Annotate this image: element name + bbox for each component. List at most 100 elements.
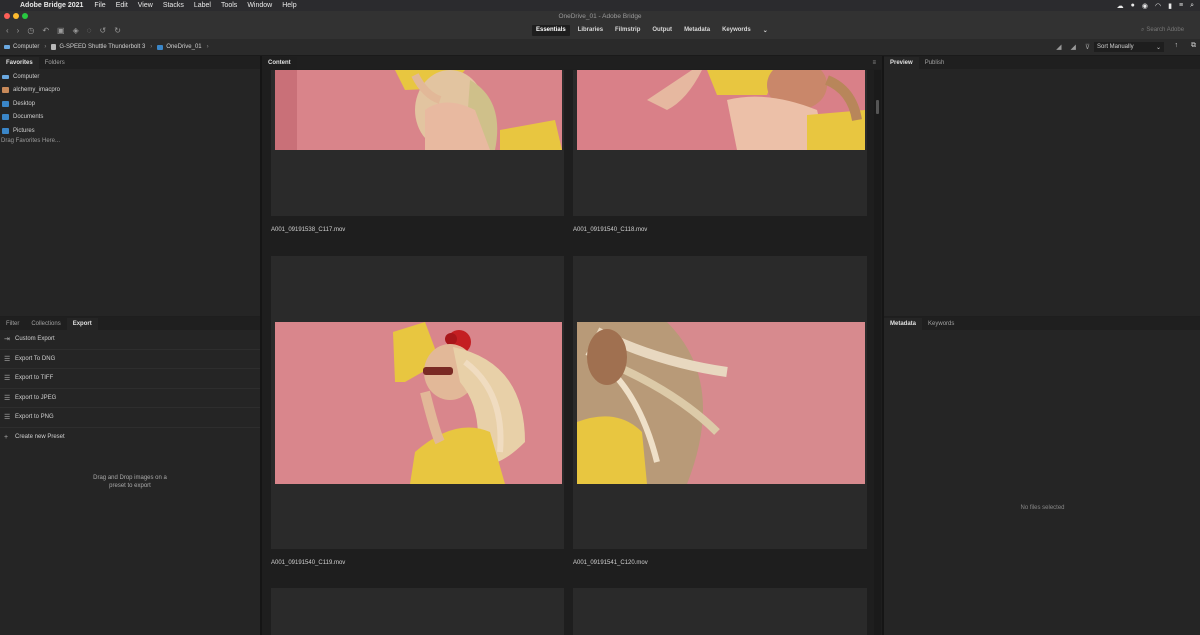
sort-direction-icon[interactable]: ↑ bbox=[1175, 42, 1179, 49]
menu-app-name[interactable]: Adobe Bridge 2021 bbox=[18, 2, 89, 9]
menu-help[interactable]: Help bbox=[277, 2, 301, 9]
breadcrumb: Computer › G-SPEED Shuttle Thunderbolt 3… bbox=[0, 44, 211, 50]
thumbnail-card[interactable] bbox=[573, 588, 867, 635]
refine-icon[interactable]: ◈ bbox=[73, 26, 79, 35]
filter-icon[interactable]: ⊽ bbox=[1085, 43, 1090, 51]
create-preset-label: Create new Preset bbox=[15, 434, 65, 441]
file-name[interactable]: A001_09191540_C119.mov bbox=[271, 560, 345, 566]
workspace-keywords[interactable]: Keywords bbox=[718, 25, 755, 36]
thumbnail-card[interactable] bbox=[271, 588, 564, 635]
sort-dropdown[interactable]: Sort Manually ⌄ bbox=[1094, 42, 1164, 52]
thumbnail-image bbox=[275, 322, 562, 484]
file-name[interactable]: A001_09191538_C117.mov bbox=[271, 227, 345, 233]
battery-icon[interactable]: ▮ bbox=[1168, 2, 1172, 10]
open-in-camera-raw-icon[interactable]: ◌ bbox=[87, 26, 92, 35]
back-icon[interactable]: ‹ bbox=[6, 26, 9, 35]
tab-favorites[interactable]: Favorites bbox=[0, 57, 39, 69]
tab-preview[interactable]: Preview bbox=[884, 57, 919, 69]
computer-icon bbox=[4, 45, 10, 49]
menu-file[interactable]: File bbox=[89, 2, 110, 9]
camera-icon[interactable]: ▣ bbox=[57, 26, 65, 35]
tab-filter[interactable]: Filter bbox=[0, 318, 25, 330]
tab-export[interactable]: Export bbox=[66, 318, 98, 330]
export-tiff[interactable]: ☰ Export to TIFF bbox=[0, 369, 260, 389]
open-recent-icon[interactable]: ⧉ bbox=[1191, 42, 1196, 50]
window-title: OneDrive_01 - Adobe Bridge bbox=[558, 13, 642, 20]
tab-metadata[interactable]: Metadata bbox=[884, 318, 923, 330]
menu-stacks[interactable]: Stacks bbox=[158, 2, 189, 9]
status-icon[interactable]: ● bbox=[1131, 2, 1135, 10]
workspace-essentials[interactable]: Essentials bbox=[532, 25, 570, 36]
menu-tools[interactable]: Tools bbox=[216, 2, 242, 9]
forward-icon[interactable]: › bbox=[17, 26, 20, 35]
preset-list-icon: ☰ bbox=[4, 355, 11, 363]
export-drop-hint-line2: preset to export bbox=[109, 483, 151, 489]
preset-list-icon: ☰ bbox=[4, 375, 11, 383]
panel-menu-icon[interactable]: ≡ bbox=[866, 57, 882, 69]
boomerang-icon[interactable]: ↶ bbox=[42, 26, 49, 35]
spotlight-icon[interactable]: ⌕ bbox=[1190, 2, 1194, 10]
menu-edit[interactable]: Edit bbox=[111, 2, 133, 9]
export-label: Custom Export bbox=[15, 336, 55, 343]
quality-icon[interactable]: ◢ bbox=[1056, 43, 1061, 51]
tab-content[interactable]: Content bbox=[262, 57, 297, 69]
menu-label[interactable]: Label bbox=[189, 2, 216, 9]
rating-filter-icon[interactable]: ◢ bbox=[1070, 43, 1075, 51]
breadcrumb-computer[interactable]: Computer bbox=[13, 44, 39, 50]
thumbnail-card[interactable] bbox=[271, 70, 564, 216]
export-dng[interactable]: ☰ Export To DNG bbox=[0, 350, 260, 369]
breadcrumb-drive[interactable]: G-SPEED Shuttle Thunderbolt 3 bbox=[59, 44, 145, 50]
content-scrollbar[interactable] bbox=[874, 70, 881, 635]
export-jpeg[interactable]: ☰ Export to JPEG bbox=[0, 389, 260, 408]
thumbnail-image bbox=[577, 60, 865, 150]
favorite-computer[interactable]: Computer bbox=[0, 70, 260, 84]
folder-icon bbox=[2, 100, 9, 107]
tab-folders[interactable]: Folders bbox=[39, 57, 71, 69]
create-preset-button[interactable]: + Create new Preset bbox=[0, 428, 260, 448]
tab-publish[interactable]: Publish bbox=[919, 57, 951, 69]
workspace-more-chevron-icon[interactable]: ⌄ bbox=[759, 25, 772, 36]
file-name[interactable]: A001_09191540_C118.mov bbox=[573, 227, 647, 233]
wifi-icon[interactable]: ◠ bbox=[1155, 2, 1161, 10]
thumbnail-image bbox=[275, 70, 562, 150]
export-custom[interactable]: ⇥ Custom Export bbox=[0, 330, 260, 350]
export-drop-hint-line1: Drag and Drop images on a bbox=[93, 475, 167, 481]
workspace-output[interactable]: Output bbox=[648, 25, 676, 36]
favorite-desktop[interactable]: Desktop bbox=[0, 97, 260, 111]
search-icon: ⌕ bbox=[1141, 26, 1145, 33]
window-titlebar: OneDrive_01 - Adobe Bridge bbox=[0, 11, 1200, 22]
path-bar: Computer › G-SPEED Shuttle Thunderbolt 3… bbox=[0, 39, 1200, 56]
workspace-metadata[interactable]: Metadata bbox=[680, 25, 714, 36]
preset-list-icon: ☰ bbox=[4, 394, 11, 402]
file-name[interactable]: A001_09191541_C120.mov bbox=[573, 560, 648, 566]
content-panel: Content ≡ A001_09191538_C117.mov A001_09… bbox=[262, 56, 882, 635]
drive-icon bbox=[51, 44, 57, 50]
favorite-label: Desktop bbox=[13, 100, 36, 107]
tab-keywords[interactable]: Keywords bbox=[922, 318, 960, 330]
export-drop-hint: Drag and Drop images on a preset to expo… bbox=[0, 474, 260, 490]
rotate-right-icon[interactable]: ↻ bbox=[114, 26, 121, 35]
favorite-home[interactable]: alchemy_imacpro bbox=[0, 84, 260, 98]
workspace-libraries[interactable]: Libraries bbox=[574, 25, 607, 36]
export-png[interactable]: ☰ Export to PNG bbox=[0, 408, 260, 428]
export-label: Export to TIFF bbox=[15, 375, 54, 382]
user-icon[interactable]: ≡ bbox=[1179, 2, 1183, 10]
creative-cloud-icon[interactable]: ☁ bbox=[1117, 2, 1124, 10]
recent-icon[interactable]: ◷ bbox=[27, 26, 34, 35]
breadcrumb-folder[interactable]: OneDrive_01 bbox=[166, 44, 201, 50]
favorites-drop-hint: Drag Favorites Here... bbox=[1, 137, 61, 144]
thumbnail-card[interactable] bbox=[573, 256, 867, 549]
favorite-documents[interactable]: Documents bbox=[0, 111, 260, 125]
scrollbar-thumb[interactable] bbox=[876, 100, 879, 114]
thumbnail-card[interactable] bbox=[271, 256, 564, 549]
workspace-filmstrip[interactable]: Filmstrip bbox=[611, 25, 644, 36]
favorite-pictures[interactable]: Pictures bbox=[0, 124, 260, 138]
rotate-left-icon[interactable]: ↺ bbox=[100, 26, 107, 35]
search-box[interactable]: ⌕ Search Adobe bbox=[1141, 25, 1196, 35]
menu-window[interactable]: Window bbox=[242, 2, 277, 9]
thumbnail-card[interactable] bbox=[573, 60, 867, 216]
tab-collections[interactable]: Collections bbox=[25, 318, 66, 330]
control-icon[interactable]: ◉ bbox=[1142, 2, 1148, 10]
menu-view[interactable]: View bbox=[133, 2, 158, 9]
breadcrumb-separator-icon: › bbox=[150, 44, 153, 50]
